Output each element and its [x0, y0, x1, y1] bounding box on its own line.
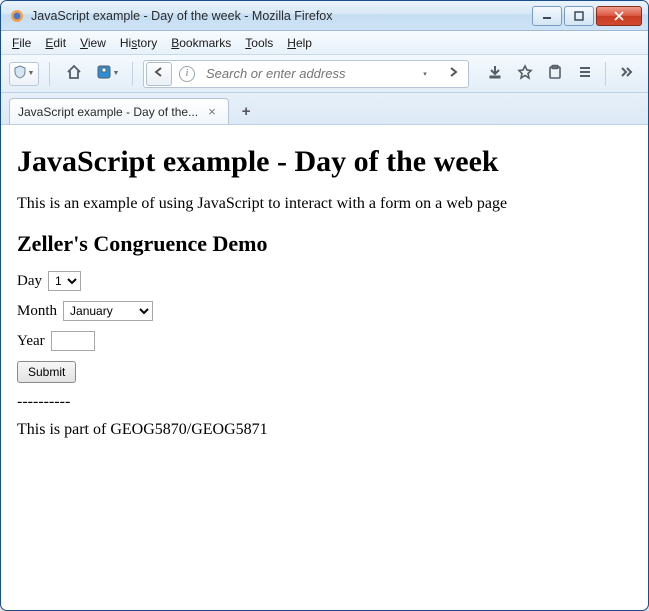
- tab-strip: JavaScript example - Day of the... × +: [1, 93, 648, 125]
- toolbar-right: [481, 60, 640, 88]
- menu-view[interactable]: View: [73, 34, 113, 52]
- overflow-button[interactable]: [612, 60, 640, 88]
- maximize-button[interactable]: [564, 6, 594, 26]
- toolbar-separator: [49, 62, 50, 86]
- intro-text: This is an example of using JavaScript t…: [17, 195, 632, 213]
- year-input[interactable]: [51, 331, 95, 351]
- url-input[interactable]: [202, 66, 410, 81]
- back-button[interactable]: [146, 62, 172, 86]
- menu-bookmarks[interactable]: Bookmarks: [164, 34, 238, 52]
- dropdown-button[interactable]: ▾: [412, 62, 438, 86]
- month-select[interactable]: January: [63, 301, 153, 321]
- divider-text: ----------: [17, 393, 632, 411]
- tab-label: JavaScript example - Day of the...: [18, 105, 198, 119]
- tab-close-button[interactable]: ×: [204, 104, 220, 120]
- menubar: File Edit View History Bookmarks Tools H…: [1, 31, 648, 55]
- close-icon: ×: [208, 104, 216, 119]
- toolbar: ▼ ▼ i ▾: [1, 55, 648, 93]
- shield-icon: [14, 65, 26, 82]
- year-label: Year: [17, 333, 45, 350]
- window-title: JavaScript example - Day of the week - M…: [31, 9, 530, 23]
- page-favicon: [9, 8, 25, 24]
- pocket-icon: [97, 65, 111, 82]
- hamburger-icon: [577, 64, 593, 83]
- section-heading: Zeller's Congruence Demo: [17, 231, 632, 257]
- bookmarks-button[interactable]: [511, 60, 539, 88]
- tracking-protection-button[interactable]: ▼: [9, 62, 39, 86]
- page-heading: JavaScript example - Day of the week: [17, 145, 632, 179]
- chevron-down-icon: ▼: [113, 70, 120, 77]
- new-tab-button[interactable]: +: [235, 100, 257, 122]
- day-select[interactable]: 1: [48, 271, 81, 291]
- page-content: JavaScript example - Day of the week Thi…: [1, 125, 648, 610]
- menu-file[interactable]: File: [5, 34, 38, 52]
- home-button[interactable]: [60, 60, 88, 88]
- month-label: Month: [17, 303, 57, 320]
- arrow-left-icon: [152, 65, 166, 82]
- downloads-button[interactable]: [481, 60, 509, 88]
- menu-help[interactable]: Help: [280, 34, 319, 52]
- home-icon: [65, 63, 83, 84]
- go-button[interactable]: [440, 62, 466, 86]
- toolbar-separator: [605, 62, 606, 86]
- chevron-down-icon: ▾: [423, 70, 427, 78]
- menu-history[interactable]: History: [113, 34, 164, 52]
- firefox-window: JavaScript example - Day of the week - M…: [0, 0, 649, 611]
- footer-text: This is part of GEOG5870/GEOG5871: [17, 421, 632, 439]
- star-icon: [517, 64, 533, 83]
- browser-tab[interactable]: JavaScript example - Day of the... ×: [9, 98, 229, 124]
- library-button[interactable]: [541, 60, 569, 88]
- day-row: Day 1: [17, 271, 632, 291]
- clipboard-icon: [547, 64, 563, 83]
- titlebar: JavaScript example - Day of the week - M…: [1, 1, 648, 31]
- year-row: Year: [17, 331, 632, 351]
- plus-icon: +: [242, 103, 251, 120]
- submit-button[interactable]: Submit: [17, 361, 76, 383]
- chevron-down-icon: ▼: [28, 70, 35, 77]
- menu-edit[interactable]: Edit: [38, 34, 73, 52]
- pocket-button[interactable]: ▼: [94, 60, 122, 88]
- close-button[interactable]: [596, 6, 642, 26]
- menu-tools[interactable]: Tools: [238, 34, 280, 52]
- minimize-button[interactable]: [532, 6, 562, 26]
- app-menu-button[interactable]: [571, 60, 599, 88]
- identity-button[interactable]: i: [174, 62, 200, 86]
- day-label: Day: [17, 273, 42, 290]
- download-icon: [487, 64, 503, 83]
- arrow-right-icon: [446, 65, 460, 82]
- address-bar: i ▾: [143, 60, 469, 88]
- toolbar-separator: [132, 62, 133, 86]
- submit-row: Submit: [17, 361, 632, 383]
- chevrons-right-icon: [618, 64, 634, 83]
- month-row: Month January: [17, 301, 632, 321]
- info-icon: i: [179, 66, 195, 82]
- window-controls: [530, 6, 642, 26]
